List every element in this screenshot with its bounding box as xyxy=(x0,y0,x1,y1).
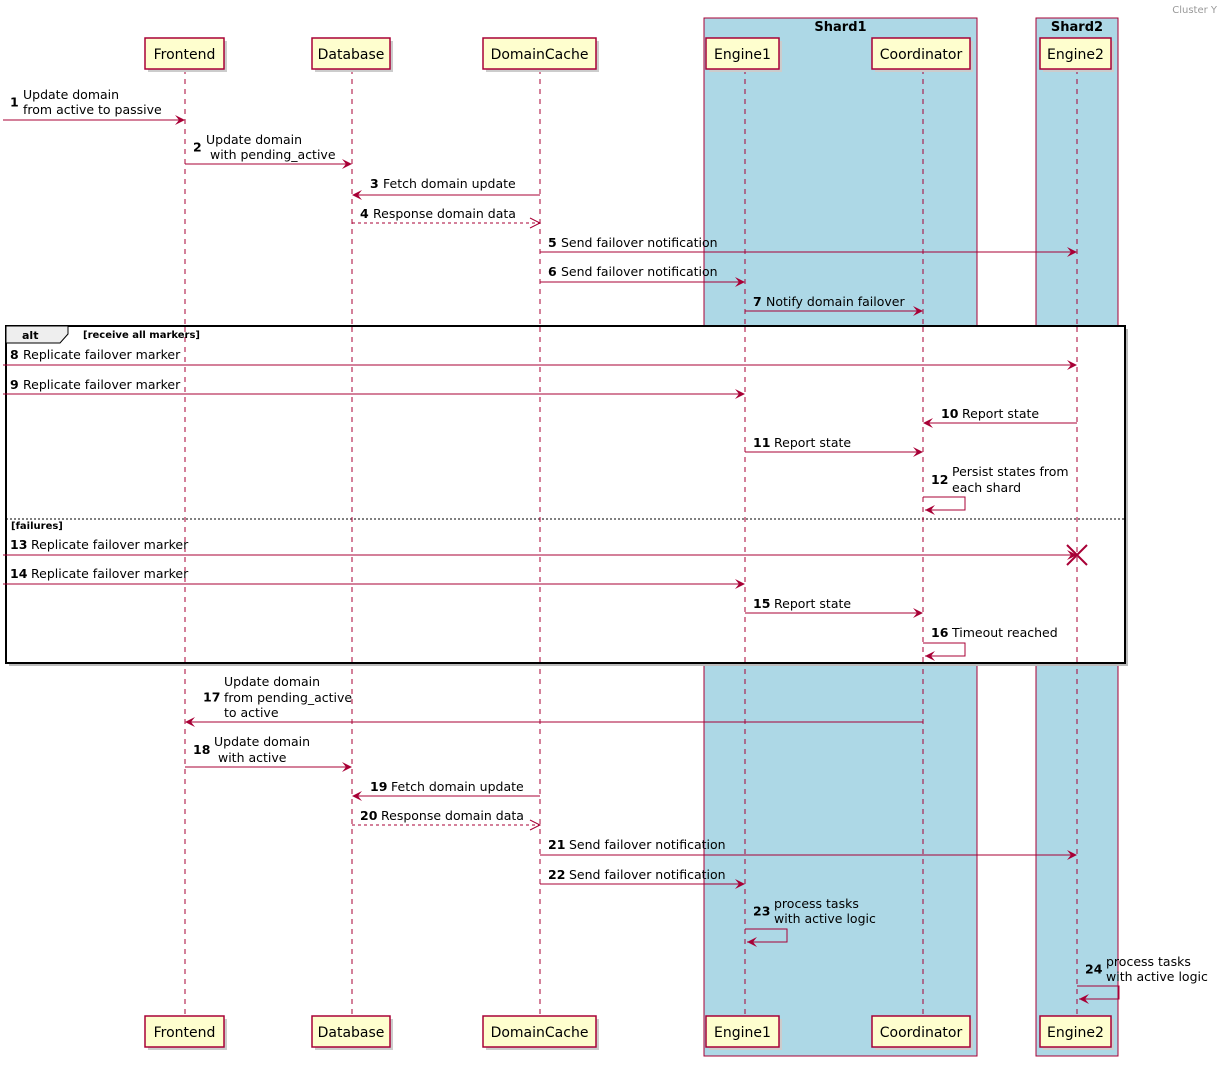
cluster-label: Cluster Y xyxy=(1172,5,1218,16)
box-title: Shard1 xyxy=(814,20,866,35)
message-label: process tasks xyxy=(774,896,859,911)
message-label: Replicate failover marker xyxy=(23,377,181,392)
participant-engine1-top[interactable]: Engine1 xyxy=(705,37,782,72)
message-19: 19 Fetch domain update xyxy=(352,779,540,801)
message-label: Replicate failover marker xyxy=(31,566,189,581)
message-2: 2 Update domain with pending_active xyxy=(185,132,352,169)
participant-database-top[interactable]: Database xyxy=(311,37,393,72)
message-label: Fetch domain update xyxy=(383,176,516,191)
participant-frontend-bottom[interactable]: Frontend xyxy=(144,1015,227,1050)
participant-name: Frontend xyxy=(154,1025,216,1041)
message-label: Send failover notification xyxy=(561,235,718,250)
message-number: 14 xyxy=(10,566,28,581)
message-label: Report state xyxy=(774,596,851,611)
participant-name: Engine1 xyxy=(714,47,771,63)
box-title: Shard2 xyxy=(1051,20,1103,35)
message-label: with pending_active xyxy=(206,147,336,162)
participant-engine1-bottom[interactable]: Engine1 xyxy=(705,1015,782,1050)
participant-name: Frontend xyxy=(154,47,216,63)
message-20: 20 Response domain data xyxy=(352,808,542,831)
participant-name: DomainCache xyxy=(491,1025,589,1041)
message-label: Persist states from xyxy=(952,464,1069,479)
sequence-diagram: Cluster Y Shard1 Shard2 alt [receive all m… xyxy=(3,5,1218,1057)
message-number: 17 xyxy=(203,690,220,705)
message-label: Update domain xyxy=(206,132,302,147)
message-label: each shard xyxy=(952,480,1021,495)
message-label: Send failover notification xyxy=(569,867,726,882)
message-number: 12 xyxy=(931,472,948,487)
participant-engine2-top[interactable]: Engine2 xyxy=(1039,37,1114,72)
message-number: 7 xyxy=(753,294,762,309)
message-number: 4 xyxy=(360,206,369,221)
message-1: 1 Update domainfrom active to passive xyxy=(3,87,185,125)
message-label: Response domain data xyxy=(373,206,516,221)
participant-engine2-bottom[interactable]: Engine2 xyxy=(1039,1015,1114,1050)
message-label: Replicate failover marker xyxy=(31,537,189,552)
message-label: with active logic xyxy=(1106,969,1208,984)
message-label: from active to passive xyxy=(23,102,162,117)
participant-coordinator-bottom[interactable]: Coordinator xyxy=(871,1015,973,1050)
participant-name: Engine2 xyxy=(1047,47,1104,63)
participant-database-bottom[interactable]: Database xyxy=(311,1015,393,1050)
message-label: Report state xyxy=(774,435,851,450)
message-label: Update domain xyxy=(214,734,310,749)
message-number: 23 xyxy=(753,904,770,919)
message-label: Update domain xyxy=(224,674,320,689)
message-number: 10 xyxy=(941,406,959,421)
message-label: with active logic xyxy=(774,911,876,926)
alt-keyword: alt xyxy=(22,329,38,342)
message-number: 20 xyxy=(360,808,378,823)
message-label: Notify domain failover xyxy=(766,294,905,309)
message-label: from pending_active xyxy=(224,690,352,705)
message-number: 3 xyxy=(370,176,379,191)
message-number: 6 xyxy=(548,264,557,279)
message-label: Response domain data xyxy=(381,808,524,823)
message-label: Send failover notification xyxy=(569,837,726,852)
message-number: 13 xyxy=(10,537,27,552)
message-number: 21 xyxy=(548,837,565,852)
alt-condition: [failures] xyxy=(11,521,63,532)
participant-domaincache-top[interactable]: DomainCache xyxy=(482,37,599,72)
message-label: Send failover notification xyxy=(561,264,718,279)
message-number: 18 xyxy=(193,742,210,757)
message-number: 8 xyxy=(10,347,19,362)
message-label: Fetch domain update xyxy=(391,779,524,794)
message-number: 15 xyxy=(753,596,770,611)
participant-coordinator-top[interactable]: Coordinator xyxy=(871,37,973,72)
message-label: Replicate failover marker xyxy=(23,347,181,362)
participant-name: DomainCache xyxy=(491,47,589,63)
message-label: Report state xyxy=(962,406,1039,421)
participant-frontend-top[interactable]: Frontend xyxy=(144,37,227,72)
participant-name: Database xyxy=(318,1025,385,1041)
message-label: process tasks xyxy=(1106,954,1191,969)
participant-name: Engine1 xyxy=(714,1025,771,1041)
message-label: Timeout reached xyxy=(951,625,1058,640)
message-18: 18 Update domain with active xyxy=(185,734,352,772)
participant-name: Coordinator xyxy=(880,1025,963,1041)
message-number: 1 xyxy=(10,95,19,110)
message-number: 22 xyxy=(548,867,565,882)
message-number: 16 xyxy=(931,625,949,640)
participant-name: Coordinator xyxy=(880,47,963,63)
message-number: 2 xyxy=(193,140,202,155)
message-number: 5 xyxy=(548,235,557,250)
message-number: 9 xyxy=(10,377,19,392)
participant-name: Database xyxy=(318,47,385,63)
message-4: 4 Response domain data xyxy=(352,206,542,229)
alt-condition: [receive all markers] xyxy=(83,330,200,341)
message-label: to active xyxy=(224,705,279,720)
message-3: 3 Fetch domain update xyxy=(352,176,540,200)
participant-name: Engine2 xyxy=(1047,1025,1104,1041)
participant-domaincache-bottom[interactable]: DomainCache xyxy=(482,1015,599,1050)
message-number: 24 xyxy=(1085,962,1103,977)
message-number: 19 xyxy=(370,779,387,794)
message-label: Update domain xyxy=(23,87,119,102)
message-label: with active xyxy=(214,750,287,765)
message-number: 11 xyxy=(753,435,770,450)
